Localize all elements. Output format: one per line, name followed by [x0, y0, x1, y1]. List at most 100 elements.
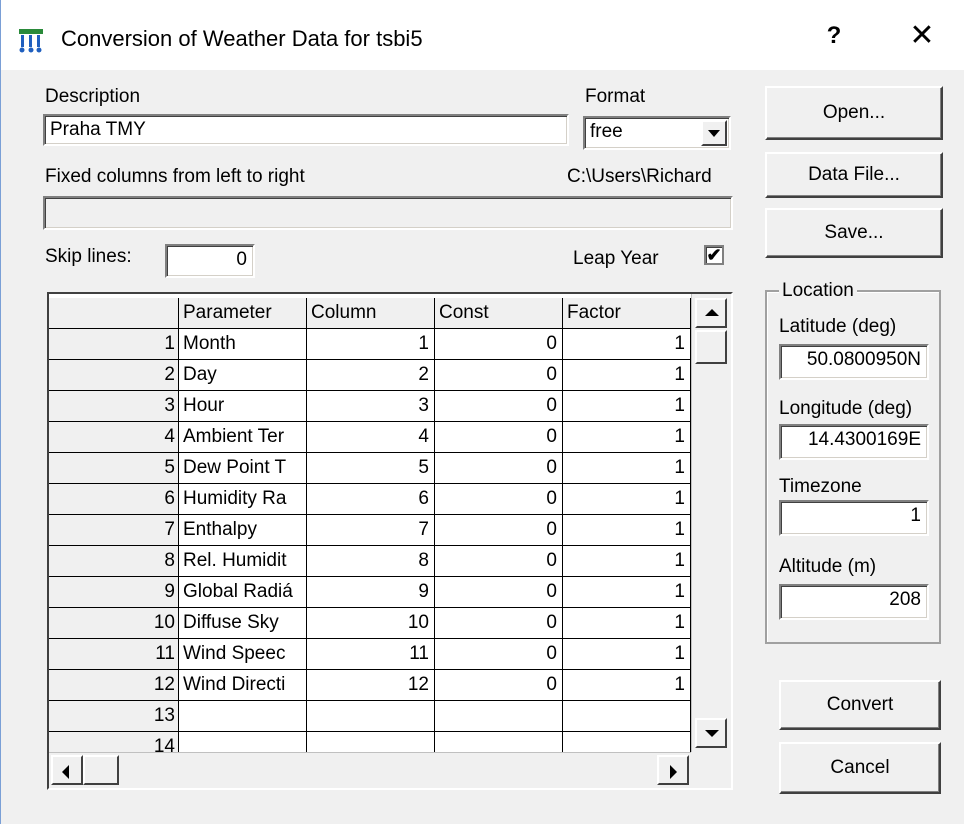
parameter-cell[interactable]: Month [179, 329, 307, 360]
parameter-cell[interactable]: Wind Directi [179, 670, 307, 701]
parameter-cell[interactable]: Dew Point T [179, 453, 307, 484]
grid-corner-header [49, 298, 179, 329]
factor-cell[interactable]: 1 [563, 329, 691, 360]
data-file-path: C:\Users\Richard [567, 166, 712, 187]
factor-cell[interactable]: 1 [563, 670, 691, 701]
scroll-down-button[interactable] [695, 718, 727, 748]
factor-cell[interactable]: 1 [563, 484, 691, 515]
column-cell[interactable]: 8 [307, 546, 435, 577]
header-const[interactable]: Const [435, 298, 563, 329]
vertical-scrollbar[interactable] [691, 294, 731, 752]
header-column[interactable]: Column [307, 298, 435, 329]
parameter-cell[interactable]: Hour [179, 391, 307, 422]
column-cell[interactable]: 3 [307, 391, 435, 422]
parameter-cell[interactable]: Ambient Ter [179, 422, 307, 453]
format-select[interactable]: free [583, 116, 731, 150]
data-file-button[interactable]: Data File... [765, 152, 943, 198]
header-parameter[interactable]: Parameter [179, 298, 307, 329]
parameter-cell[interactable]: Day [179, 360, 307, 391]
row-number: 2 [49, 360, 179, 391]
weather-app-icon [19, 29, 43, 53]
column-cell[interactable] [307, 701, 435, 732]
column-cell[interactable]: 7 [307, 515, 435, 546]
row-number: 13 [49, 701, 179, 732]
help-button[interactable]: ? [819, 22, 849, 50]
scrollbar-corner [691, 752, 731, 788]
parameter-cell[interactable]: Humidity Ra [179, 484, 307, 515]
latitude-input[interactable]: 50.0800950N [779, 344, 929, 380]
skip-lines-input[interactable]: 0 [165, 244, 255, 278]
save-button-label: Save... [824, 222, 884, 243]
factor-cell[interactable]: 1 [563, 422, 691, 453]
factor-cell[interactable]: 1 [563, 453, 691, 484]
parameter-cell[interactable]: Global Radiá [179, 577, 307, 608]
factor-cell[interactable]: 1 [563, 391, 691, 422]
cancel-button[interactable]: Cancel [779, 742, 941, 794]
leap-year-checkbox[interactable]: ✔ [704, 245, 724, 265]
const-cell[interactable]: 0 [435, 453, 563, 484]
parameter-cell[interactable]: Diffuse Sky [179, 608, 307, 639]
factor-cell[interactable]: 1 [563, 639, 691, 670]
column-cell[interactable]: 2 [307, 360, 435, 391]
altitude-value: 208 [889, 589, 921, 610]
format-dropdown-button[interactable] [701, 120, 727, 146]
row-number: 9 [49, 577, 179, 608]
factor-cell[interactable] [563, 701, 691, 732]
vertical-scroll-thumb[interactable] [695, 330, 727, 364]
longitude-value: 14.4300169E [807, 429, 921, 450]
const-cell[interactable]: 0 [435, 391, 563, 422]
dialog-window: Conversion of Weather Data for tsbi5 ? ✕… [0, 0, 964, 824]
timezone-input[interactable]: 1 [779, 500, 929, 536]
const-cell[interactable]: 0 [435, 639, 563, 670]
const-cell[interactable] [435, 701, 563, 732]
column-cell[interactable]: 4 [307, 422, 435, 453]
factor-cell[interactable]: 1 [563, 608, 691, 639]
column-cell[interactable]: 9 [307, 577, 435, 608]
column-cell[interactable]: 12 [307, 670, 435, 701]
column-cell[interactable]: 10 [307, 608, 435, 639]
const-cell[interactable]: 0 [435, 546, 563, 577]
column-cell[interactable]: 1 [307, 329, 435, 360]
parameter-cell[interactable]: Enthalpy [179, 515, 307, 546]
open-button[interactable]: Open... [765, 86, 943, 140]
column-cell[interactable]: 11 [307, 639, 435, 670]
format-selected-value: free [590, 121, 623, 142]
horizontal-scroll-thumb[interactable] [83, 755, 119, 785]
parameter-cell[interactable]: Wind Speec [179, 639, 307, 670]
factor-cell[interactable]: 1 [563, 360, 691, 391]
const-cell[interactable]: 0 [435, 360, 563, 391]
const-cell[interactable]: 0 [435, 670, 563, 701]
scroll-left-button[interactable] [51, 755, 83, 785]
horizontal-scrollbar[interactable] [49, 752, 691, 788]
column-cell[interactable]: 6 [307, 484, 435, 515]
altitude-input[interactable]: 208 [779, 584, 929, 620]
description-input[interactable]: Praha TMY [43, 114, 569, 146]
close-icon[interactable]: ✕ [905, 18, 939, 53]
convert-button[interactable]: Convert [779, 680, 941, 730]
timezone-value: 1 [910, 505, 921, 526]
row-number: 5 [49, 453, 179, 484]
parameter-cell[interactable] [179, 701, 307, 732]
const-cell[interactable]: 0 [435, 515, 563, 546]
column-cell[interactable]: 5 [307, 453, 435, 484]
const-cell[interactable]: 0 [435, 422, 563, 453]
scroll-up-button[interactable] [695, 298, 727, 328]
save-button[interactable]: Save... [765, 208, 943, 258]
factor-cell[interactable]: 1 [563, 515, 691, 546]
parameter-grid[interactable]: Parameter Column Const Factor 1 Month 1 0 1 2… [47, 292, 733, 790]
format-label: Format [585, 86, 646, 107]
longitude-label: Longitude (deg) [779, 398, 913, 419]
const-cell[interactable]: 0 [435, 577, 563, 608]
header-factor[interactable]: Factor [563, 298, 691, 329]
row-number: 1 [49, 329, 179, 360]
const-cell[interactable]: 0 [435, 329, 563, 360]
scroll-right-button[interactable] [657, 755, 689, 785]
fixed-columns-input[interactable] [43, 196, 733, 230]
factor-cell[interactable]: 1 [563, 577, 691, 608]
row-number: 10 [49, 608, 179, 639]
longitude-input[interactable]: 14.4300169E [779, 424, 929, 460]
parameter-cell[interactable]: Rel. Humidit [179, 546, 307, 577]
factor-cell[interactable]: 1 [563, 546, 691, 577]
const-cell[interactable]: 0 [435, 608, 563, 639]
const-cell[interactable]: 0 [435, 484, 563, 515]
